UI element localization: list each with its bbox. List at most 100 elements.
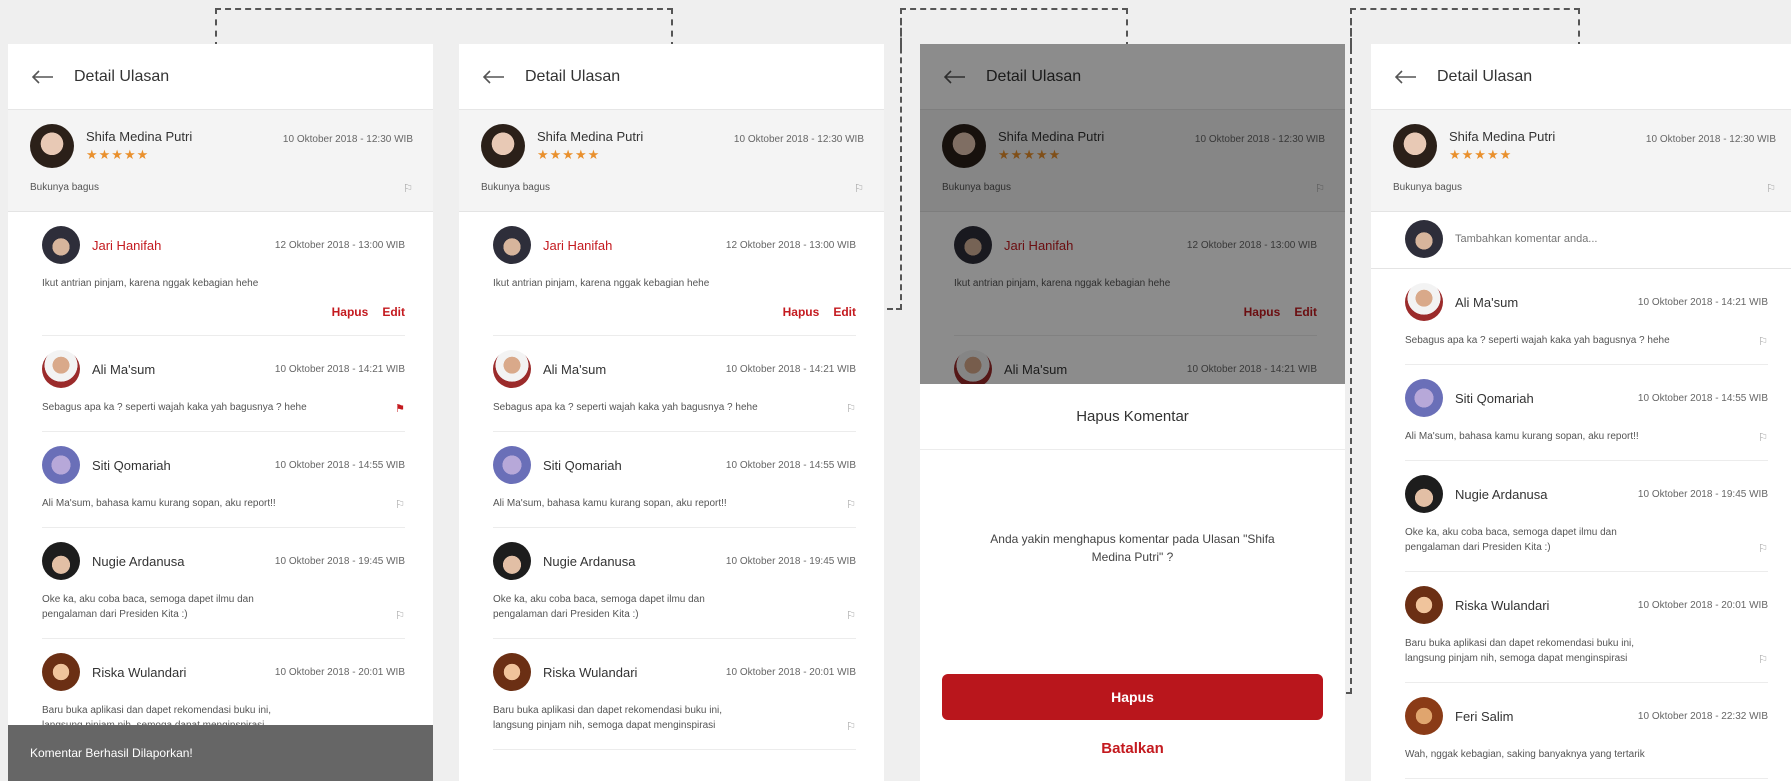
avatar xyxy=(481,124,525,168)
avatar xyxy=(1405,586,1443,624)
comment-time: 10 Oktober 2018 - 14:21 WIB xyxy=(274,363,405,375)
list-item: Jari Hanifah 12 Oktober 2018 - 13:00 WIB … xyxy=(42,212,405,336)
comment-author: Nugie Ardanusa xyxy=(92,553,185,569)
list-item: Siti Qomariah 10 Oktober 2018 - 14:55 WIB… xyxy=(493,432,856,528)
comment-list: Ali Ma'sum 10 Oktober 2018 - 14:21 WIB Se… xyxy=(1371,269,1791,779)
flag-icon[interactable]: ⚐ xyxy=(1758,431,1768,444)
avatar xyxy=(42,226,80,264)
comment-text: Baru buka aplikasi dan dapet rekomendasi… xyxy=(493,705,723,731)
list-item: Ali Ma'sum 10 Oktober 2018 - 14:21 WIB Se… xyxy=(42,336,405,432)
page-title: Detail Ulasan xyxy=(74,67,170,85)
avatar xyxy=(42,653,80,691)
rating-stars: ★★★★★ xyxy=(1449,147,1513,162)
comment-text: Oke ka, aku coba baca, semoga dapet ilmu… xyxy=(42,594,254,620)
list-item: Nugie Ardanusa 10 Oktober 2018 - 19:45 WI… xyxy=(493,528,856,639)
comment-author: Riska Wulandari xyxy=(92,664,187,680)
review-text: Bukunya bagus xyxy=(481,182,550,193)
comment-text: Oke ka, aku coba baca, semoga dapet ilmu… xyxy=(493,594,705,620)
comment-time: 10 Oktober 2018 - 20:01 WIB xyxy=(1637,599,1768,611)
comment-time: 10 Oktober 2018 - 20:01 WIB xyxy=(274,666,405,678)
review-time: 10 Oktober 2018 - 12:30 WIB xyxy=(1645,133,1776,145)
comment-text: Ali Ma'sum, bahasa kamu kurang sopan, ak… xyxy=(42,498,276,509)
comment-time: 10 Oktober 2018 - 20:01 WIB xyxy=(725,666,856,678)
app-bar: Detail Ulasan xyxy=(1371,44,1791,110)
screen-after-delete: Detail Ulasan Shifa Medina Putri ★★★★★ 1… xyxy=(1371,44,1791,781)
avatar xyxy=(1393,124,1437,168)
arrow-left-icon[interactable] xyxy=(32,65,56,89)
review-author: Shifa Medina Putri xyxy=(537,129,644,144)
arrow-left-icon[interactable] xyxy=(483,65,507,89)
page-title: Detail Ulasan xyxy=(1437,67,1533,85)
comment-author: Nugie Ardanusa xyxy=(543,553,636,569)
flag-filled-icon[interactable]: ⚑ xyxy=(395,402,405,415)
comment-input-row xyxy=(1371,212,1791,269)
flag-icon[interactable]: ⚐ xyxy=(1758,542,1768,555)
comment-time: 10 Oktober 2018 - 14:55 WIB xyxy=(274,459,405,471)
comment-text: Ikut antrian pinjam, karena nggak kebagi… xyxy=(42,278,259,289)
comment-author: Ali Ma'sum xyxy=(92,361,156,377)
review-author: Shifa Medina Putri xyxy=(86,129,193,144)
flag-icon[interactable]: ⚐ xyxy=(1766,182,1776,195)
comment-author: Siti Qomariah xyxy=(92,457,171,473)
screen-delete-dialog: Detail Ulasan Shifa Medina Putri ★★★★★ 1… xyxy=(920,44,1345,781)
dim-overlay[interactable] xyxy=(920,44,1345,384)
comment-input[interactable] xyxy=(1455,233,1755,245)
comment-author: Feri Salim xyxy=(1455,708,1514,724)
comment-list: Jari Hanifah 12 Oktober 2018 - 13:00 WIB … xyxy=(8,212,433,750)
confirm-delete-button[interactable]: Hapus xyxy=(942,674,1323,720)
edit-button[interactable]: Edit xyxy=(382,305,405,319)
flag-icon[interactable]: ⚐ xyxy=(846,498,856,511)
comment-time: 10 Oktober 2018 - 14:55 WIB xyxy=(1637,392,1768,404)
comment-text: Oke ka, aku coba baca, semoga dapet ilmu… xyxy=(1405,527,1617,553)
rating-stars: ★★★★★ xyxy=(537,147,601,162)
comment-time: 10 Oktober 2018 - 19:45 WIB xyxy=(274,555,405,567)
comment-author: Riska Wulandari xyxy=(543,664,638,680)
delete-button[interactable]: Hapus xyxy=(332,305,369,319)
flag-icon[interactable]: ⚐ xyxy=(1758,653,1768,666)
screen-reported: Detail Ulasan Shifa Medina Putri ★★★★★ 1… xyxy=(8,44,433,781)
flag-icon[interactable]: ⚐ xyxy=(846,402,856,415)
flag-icon[interactable]: ⚐ xyxy=(854,182,864,195)
flag-icon[interactable]: ⚐ xyxy=(395,498,405,511)
comment-time: 10 Oktober 2018 - 14:21 WIB xyxy=(1637,296,1768,308)
snackbar: Komentar Berhasil Dilaporkan! xyxy=(8,725,433,781)
comment-author: Siti Qomariah xyxy=(1455,390,1534,406)
delete-dialog: Hapus Komentar Anda yakin menghapus kome… xyxy=(920,384,1345,781)
review-card: Shifa Medina Putri ★★★★★ 10 Oktober 2018… xyxy=(459,110,884,212)
comment-text: Ali Ma'sum, bahasa kamu kurang sopan, ak… xyxy=(493,498,727,509)
flag-icon[interactable]: ⚐ xyxy=(846,720,856,733)
comment-author: Siti Qomariah xyxy=(543,457,622,473)
comment-author: Ali Ma'sum xyxy=(543,361,607,377)
comment-text: Ali Ma'sum, bahasa kamu kurang sopan, ak… xyxy=(1405,431,1639,442)
avatar xyxy=(42,350,80,388)
edit-button[interactable]: Edit xyxy=(833,305,856,319)
cancel-button[interactable]: Batalkan xyxy=(920,740,1345,757)
dialog-message: Anda yakin menghapus komentar pada Ulasa… xyxy=(990,532,1275,564)
flag-icon[interactable]: ⚐ xyxy=(395,609,405,622)
review-time: 10 Oktober 2018 - 12:30 WIB xyxy=(282,133,413,145)
arrow-left-icon[interactable] xyxy=(1395,65,1419,89)
flag-icon[interactable]: ⚐ xyxy=(846,609,856,622)
delete-button[interactable]: Hapus xyxy=(783,305,820,319)
flag-icon[interactable]: ⚐ xyxy=(403,182,413,195)
avatar xyxy=(42,446,80,484)
list-item: Siti Qomariah 10 Oktober 2018 - 14:55 WIB… xyxy=(42,432,405,528)
avatar xyxy=(493,542,531,580)
avatar xyxy=(1405,379,1443,417)
comment-time: 12 Oktober 2018 - 13:00 WIB xyxy=(725,239,856,251)
comment-text: Sebagus apa ka ? seperti wajah kaka yah … xyxy=(1405,335,1670,346)
flow-canvas: Detail Ulasan Shifa Medina Putri ★★★★★ 1… xyxy=(0,0,1791,781)
app-bar: Detail Ulasan xyxy=(459,44,884,110)
rating-stars: ★★★★★ xyxy=(86,147,150,162)
review-time: 10 Oktober 2018 - 12:30 WIB xyxy=(733,133,864,145)
review-text: Bukunya bagus xyxy=(30,182,99,193)
flow-connector-2-vert xyxy=(900,8,902,310)
flag-icon[interactable]: ⚐ xyxy=(1758,335,1768,348)
comment-author: Jari Hanifah xyxy=(92,237,162,253)
comment-time: 12 Oktober 2018 - 13:00 WIB xyxy=(274,239,405,251)
page-title: Detail Ulasan xyxy=(525,67,621,85)
flow-connector-3 xyxy=(1350,8,1580,48)
comment-time: 10 Oktober 2018 - 19:45 WIB xyxy=(1637,488,1768,500)
screen-detail: Detail Ulasan Shifa Medina Putri ★★★★★ 1… xyxy=(459,44,884,781)
comment-author: Riska Wulandari xyxy=(1455,597,1550,613)
